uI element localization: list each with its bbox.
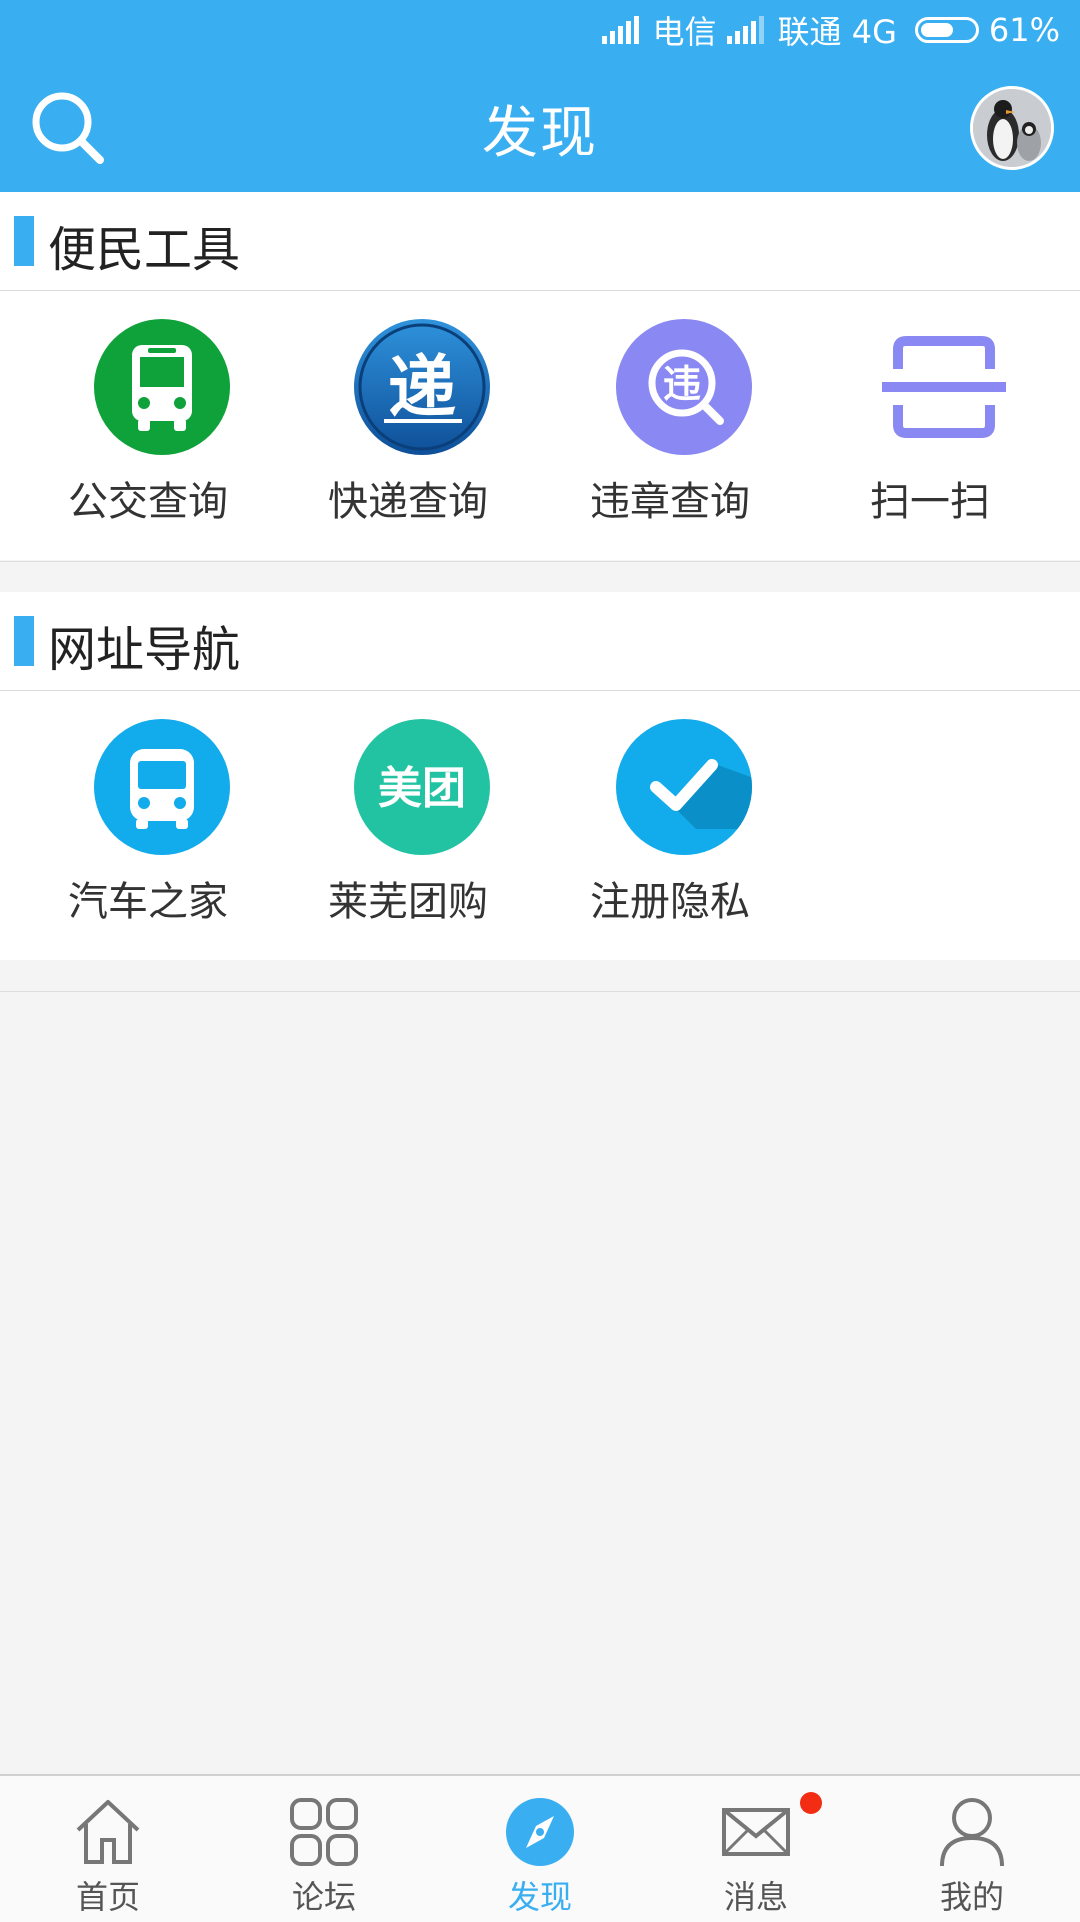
avatar[interactable] bbox=[970, 86, 1054, 170]
tab-forum[interactable]: 论坛 bbox=[216, 1776, 432, 1922]
link-label: 注册隐私 bbox=[590, 879, 750, 925]
tool-scan[interactable]: 扫一扫 bbox=[800, 291, 1060, 561]
section-accent-bar bbox=[14, 616, 34, 666]
section-header: 网址导航 bbox=[0, 592, 1080, 691]
penguin-avatar-icon bbox=[973, 89, 1051, 167]
user-icon bbox=[940, 1798, 1004, 1867]
notification-badge bbox=[800, 1792, 822, 1814]
bottom-tab-bar: 首页 论坛 发现 消息 我的 bbox=[0, 1774, 1080, 1922]
status-bar: 电信 联通 4G 61% bbox=[601, 8, 1060, 52]
scan-icon bbox=[882, 336, 1006, 438]
link-register-privacy[interactable]: 注册隐私 bbox=[540, 691, 800, 961]
divider bbox=[0, 991, 1080, 992]
section-accent-bar bbox=[14, 216, 34, 266]
car-home-icon bbox=[94, 719, 230, 855]
link-car-home[interactable]: 汽车之家 bbox=[18, 691, 278, 961]
battery-percent: 61% bbox=[988, 11, 1060, 49]
divider bbox=[0, 561, 1080, 562]
tab-me[interactable]: 我的 bbox=[864, 1776, 1080, 1922]
tab-label: 首页 bbox=[75, 1878, 140, 1916]
svg-text:递: 递 bbox=[388, 349, 456, 428]
tab-label: 我的 bbox=[939, 1878, 1004, 1916]
battery-icon bbox=[914, 17, 979, 43]
tab-label: 消息 bbox=[723, 1878, 788, 1916]
link-meituan[interactable]: 美团 莱芜团购 bbox=[278, 691, 538, 961]
forum-grid-icon bbox=[290, 1798, 358, 1866]
tool-label: 违章查询 bbox=[590, 479, 750, 525]
tab-discover[interactable]: 发现 bbox=[432, 1776, 648, 1922]
svg-text:违: 违 bbox=[663, 362, 701, 406]
page-title: 发现 bbox=[482, 101, 598, 166]
check-icon bbox=[616, 719, 752, 855]
section-header: 便民工具 bbox=[0, 192, 1080, 291]
tool-express-query[interactable]: 递 快递查询 bbox=[278, 291, 538, 561]
tool-violation-query[interactable]: 违 违章查询 bbox=[540, 291, 800, 561]
link-label: 汽车之家 bbox=[68, 879, 228, 925]
express-icon: 递 bbox=[354, 319, 490, 455]
tab-home[interactable]: 首页 bbox=[0, 1776, 216, 1922]
link-label: 莱芜团购 bbox=[328, 879, 488, 925]
section-title: 网址导航 bbox=[48, 622, 241, 678]
tool-bus-query[interactable]: 公交查询 bbox=[18, 291, 278, 561]
tools-section: 便民工具 公交查询 递 快递查询 违 违章查询 扫一扫 bbox=[0, 192, 1080, 560]
tab-messages[interactable]: 消息 bbox=[648, 1776, 864, 1922]
tab-label: 发现 bbox=[507, 1878, 572, 1916]
home-icon bbox=[76, 1800, 140, 1864]
tab-label: 论坛 bbox=[291, 1878, 356, 1916]
tool-label: 快递查询 bbox=[328, 479, 488, 525]
links-section: 网址导航 汽车之家 美团 莱芜团购 注册隐私 bbox=[0, 592, 1080, 960]
signal-icon bbox=[601, 16, 639, 44]
compass-icon bbox=[506, 1798, 574, 1866]
tool-label: 扫一扫 bbox=[870, 479, 990, 525]
bus-icon bbox=[94, 319, 230, 455]
svg-text:美团: 美团 bbox=[378, 763, 466, 814]
signal-icon bbox=[726, 16, 764, 44]
carrier-label: 电信 bbox=[652, 13, 717, 51]
app-header: 电信 联通 4G 61% 发现 bbox=[0, 0, 1080, 192]
meituan-icon: 美团 bbox=[354, 719, 490, 855]
section-title: 便民工具 bbox=[48, 222, 241, 278]
mail-icon bbox=[722, 1808, 790, 1856]
carrier-label: 联通 4G bbox=[777, 13, 897, 51]
tool-label: 公交查询 bbox=[68, 479, 228, 525]
violation-icon: 违 bbox=[616, 319, 752, 455]
